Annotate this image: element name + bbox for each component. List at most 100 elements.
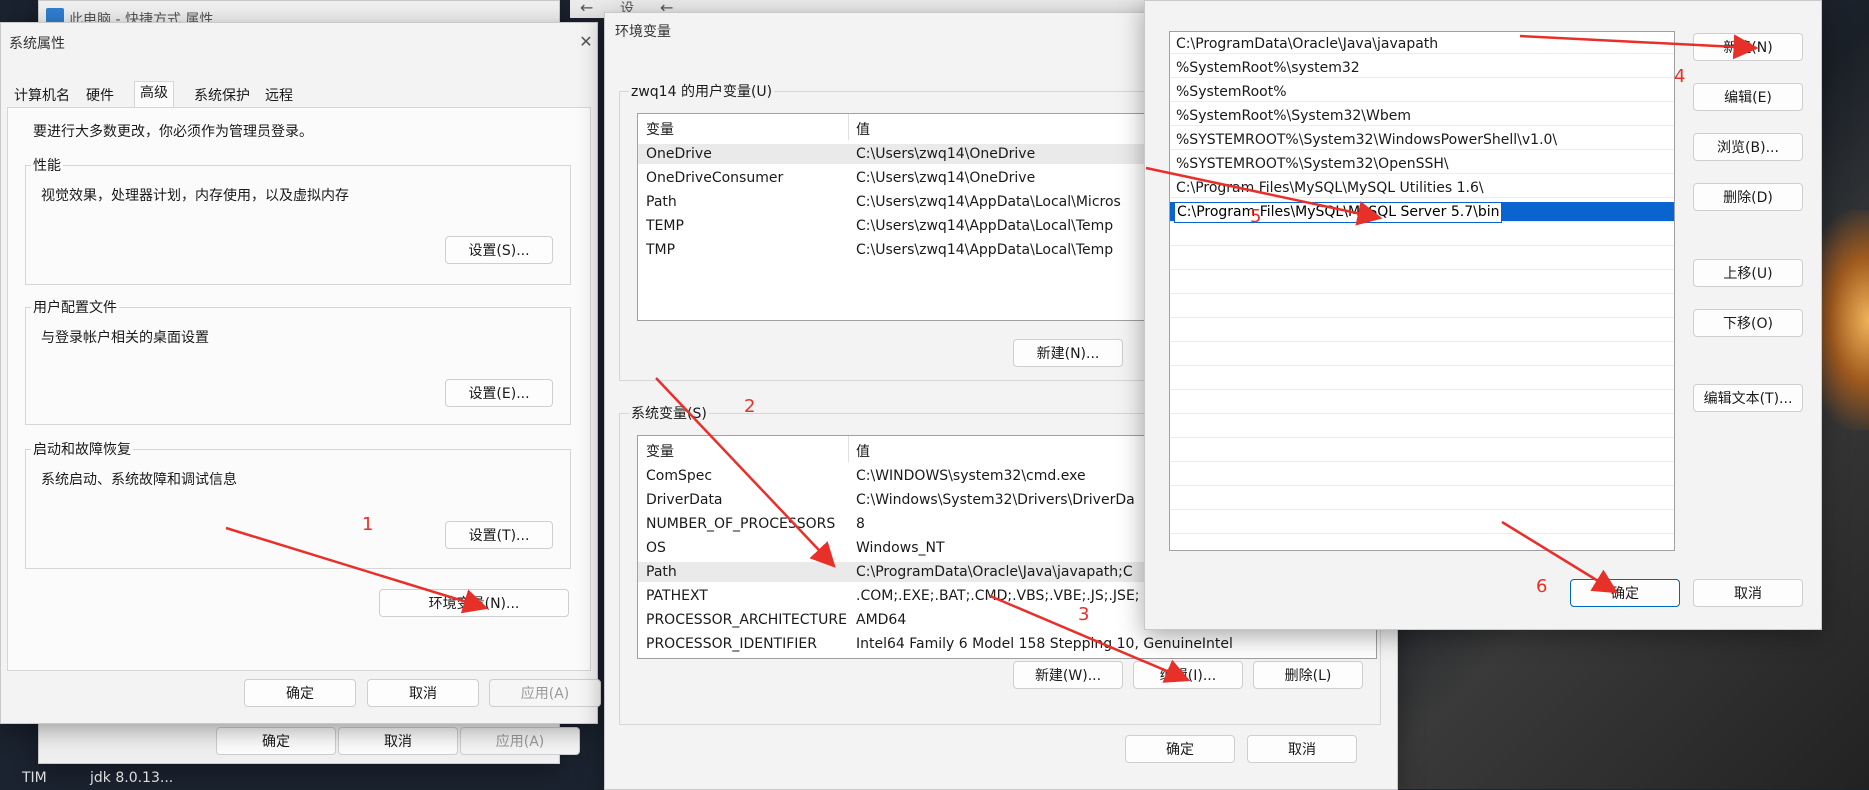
col-val-header: 值 — [856, 122, 870, 138]
tab-remote[interactable]: 远程 — [260, 85, 298, 107]
system-new-button[interactable]: 新建(W)... — [1013, 661, 1123, 689]
user-new-button[interactable]: 新建(N)... — [1013, 339, 1123, 367]
row-val: Windows_NT — [856, 540, 945, 556]
annotation-3: 3 — [1078, 604, 1090, 625]
path-entry[interactable]: %SYSTEMROOT%\System32\OpenSSH\ — [1170, 154, 1674, 174]
path-entry[interactable]: %SystemRoot%\System32\Wbem — [1170, 106, 1674, 126]
row-val: C:\Users\zwq14\OneDrive — [856, 170, 1036, 186]
edit-path-window: C:\ProgramData\Oracle\Java\javapath %Sys… — [1144, 0, 1822, 630]
path-entry-empty[interactable] — [1170, 514, 1674, 534]
startup-desc: 系统启动、系统故障和调试信息 — [41, 472, 237, 488]
path-entry-empty[interactable] — [1170, 466, 1674, 486]
path-entry[interactable]: C:\Program Files\MySQL\MySQL Utilities 1… — [1170, 178, 1674, 198]
path-move-down-button[interactable]: 下移(O) — [1693, 309, 1803, 337]
row-val: C:\ProgramData\Oracle\Java\javapath;C — [856, 564, 1133, 580]
tab-hardware[interactable]: 硬件 — [81, 85, 119, 107]
path-entry[interactable]: %SystemRoot%\system32 — [1170, 58, 1674, 78]
row-var: Path — [646, 194, 677, 210]
path-entry[interactable]: C:\ProgramData\Oracle\Java\javapath — [1170, 34, 1674, 54]
path-entry-empty[interactable] — [1170, 394, 1674, 414]
path-entry-empty[interactable] — [1170, 418, 1674, 438]
envvars-cancel-button[interactable]: 取消 — [1247, 735, 1357, 763]
path-delete-button[interactable]: 删除(D) — [1693, 183, 1803, 211]
path-entry-editing[interactable]: C:\Program Files\MySQL\MySQL Server 5.7\… — [1170, 202, 1674, 223]
performance-settings-button[interactable]: 设置(S)... — [445, 236, 553, 264]
path-entry-empty[interactable] — [1170, 346, 1674, 366]
row-val: C:\Windows\System32\Drivers\DriverDa — [856, 492, 1135, 508]
row-var: PATHEXT — [646, 588, 708, 604]
row-var: PROCESSOR_ARCHITECTURE — [646, 612, 847, 628]
col-var-header: 变量 — [646, 122, 674, 138]
row-val: C:\Users\zwq14\AppData\Local\Temp — [856, 218, 1114, 234]
row-var: TEMP — [646, 218, 684, 234]
path-entry-empty[interactable] — [1170, 442, 1674, 462]
row-var: PROCESSOR_IDENTIFIER — [646, 636, 817, 652]
path-entry-empty[interactable] — [1170, 322, 1674, 342]
path-entry[interactable]: %SystemRoot% — [1170, 82, 1674, 102]
profiles-settings-button[interactable]: 设置(E)... — [445, 379, 553, 407]
envvars-title: 环境变量 — [615, 24, 671, 40]
path-entry-empty[interactable] — [1170, 274, 1674, 294]
tab-advanced[interactable]: 高级 — [134, 81, 174, 108]
sysprops-title: 系统属性 — [9, 36, 65, 52]
system-vars-label: 系统变量(S) — [629, 403, 709, 423]
annotation-4: 4 — [1674, 66, 1686, 87]
admin-note: 要进行大多数更改，你必须作为管理员登录。 — [33, 124, 313, 140]
profiles-label: 用户配置文件 — [31, 297, 119, 317]
path-entries-list: C:\ProgramData\Oracle\Java\javapath %Sys… — [1169, 31, 1675, 551]
path-new-button[interactable]: 新建(N) — [1693, 33, 1803, 61]
sysprops-ok-button[interactable]: 确定 — [244, 679, 356, 707]
taskbar-item-jdk[interactable]: jdk 8.0.13... — [90, 770, 173, 786]
path-browse-button[interactable]: 浏览(B)... — [1693, 133, 1803, 161]
bg-cancel-button[interactable]: 取消 — [338, 727, 458, 755]
path-cancel-button[interactable]: 取消 — [1693, 579, 1803, 607]
system-edit-button[interactable]: 编辑(I)... — [1133, 661, 1243, 689]
path-entry-empty[interactable] — [1170, 370, 1674, 390]
path-entry-empty[interactable] — [1170, 490, 1674, 510]
close-icon[interactable]: ✕ — [571, 31, 601, 53]
bg-ok-button[interactable]: 确定 — [216, 727, 336, 755]
environment-variables-button[interactable]: 环境变量(N)... — [379, 589, 569, 617]
row-var: ComSpec — [646, 468, 713, 484]
row-val: C:\WINDOWS\system32\cmd.exe — [856, 468, 1086, 484]
taskbar-item-tim[interactable]: TIM — [22, 770, 47, 786]
startup-settings-button[interactable]: 设置(T)... — [445, 521, 553, 549]
row-var: Path — [646, 564, 677, 580]
profiles-desc: 与登录帐户相关的桌面设置 — [41, 330, 209, 346]
startup-label: 启动和故障恢复 — [31, 439, 133, 459]
annotation-6: 6 — [1536, 576, 1548, 597]
system-delete-button[interactable]: 删除(L) — [1253, 661, 1363, 689]
path-entry-empty[interactable] — [1170, 226, 1674, 246]
col-divider — [848, 436, 849, 462]
col-divider — [848, 114, 849, 140]
row-val: Intel64 Family 6 Model 158 Stepping 10, … — [856, 636, 1233, 652]
row-var: NUMBER_OF_PROCESSORS — [646, 516, 836, 532]
table-row[interactable]: PROCESSOR_IDENTIFIER Intel64 Family 6 Mo… — [638, 634, 1376, 654]
tab-system-protection[interactable]: 系统保护 — [189, 85, 255, 107]
back-arrow-icon[interactable]: ← — [580, 0, 593, 17]
path-entry-empty[interactable] — [1170, 298, 1674, 318]
annotation-1: 1 — [362, 514, 374, 535]
envvars-ok-button[interactable]: 确定 — [1125, 735, 1235, 763]
performance-desc: 视觉效果，处理器计划，内存使用，以及虚拟内存 — [41, 188, 349, 204]
row-var: OS — [646, 540, 666, 556]
row-val: C:\Users\zwq14\OneDrive — [856, 146, 1036, 162]
path-entry-edit-input[interactable]: C:\Program Files\MySQL\MySQL Server 5.7\… — [1174, 202, 1503, 223]
row-val: C:\Users\zwq14\AppData\Local\Temp — [856, 242, 1114, 258]
col-val-header: 值 — [856, 444, 870, 460]
row-val: 8 — [856, 516, 865, 532]
performance-label: 性能 — [31, 155, 63, 175]
path-entry[interactable]: %SYSTEMROOT%\System32\WindowsPowerShell\… — [1170, 130, 1674, 150]
row-val: C:\Users\zwq14\AppData\Local\Micros — [856, 194, 1121, 210]
path-ok-button[interactable]: 确定 — [1570, 579, 1680, 607]
tab-computer-name[interactable]: 计算机名 — [9, 85, 75, 107]
bg-apply-button: 应用(A) — [460, 727, 580, 755]
path-move-up-button[interactable]: 上移(U) — [1693, 259, 1803, 287]
path-entry-empty[interactable] — [1170, 250, 1674, 270]
path-edit-text-button[interactable]: 编辑文本(T)... — [1693, 384, 1803, 412]
user-vars-label: zwq14 的用户变量(U) — [629, 81, 775, 101]
row-var: TMP — [646, 242, 676, 258]
path-edit-button[interactable]: 编辑(E) — [1693, 83, 1803, 111]
sysprops-cancel-button[interactable]: 取消 — [367, 679, 479, 707]
row-val: AMD64 — [856, 612, 907, 628]
